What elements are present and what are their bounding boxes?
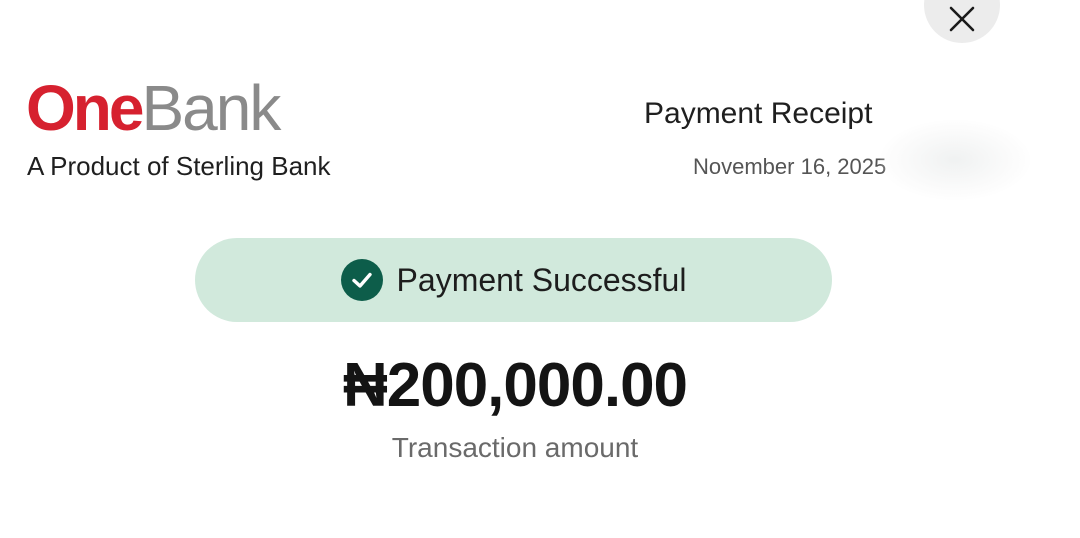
logo-bank-text: Bank	[141, 72, 281, 144]
logo-one-text: One	[26, 72, 144, 144]
receipt-title: Payment Receipt	[644, 97, 873, 130]
payment-status-badge: Payment Successful	[195, 238, 832, 322]
brand-tagline: A Product of Sterling Bank	[27, 151, 331, 181]
payment-receipt-screen: OneBank A Product of Sterling Bank Payme…	[0, 0, 1080, 538]
close-button[interactable]	[924, 0, 1000, 43]
receipt-date: November 16, 2025	[693, 154, 887, 179]
check-circle-icon	[340, 259, 383, 301]
transaction-amount-label: Transaction amount	[391, 432, 639, 463]
payment-status-label: Payment Successful	[396, 261, 687, 298]
close-icon	[949, 6, 975, 32]
onebank-logo: OneBank	[26, 76, 281, 140]
blur-smudge	[880, 120, 1030, 200]
transaction-amount: ₦200,000.00	[342, 351, 688, 420]
